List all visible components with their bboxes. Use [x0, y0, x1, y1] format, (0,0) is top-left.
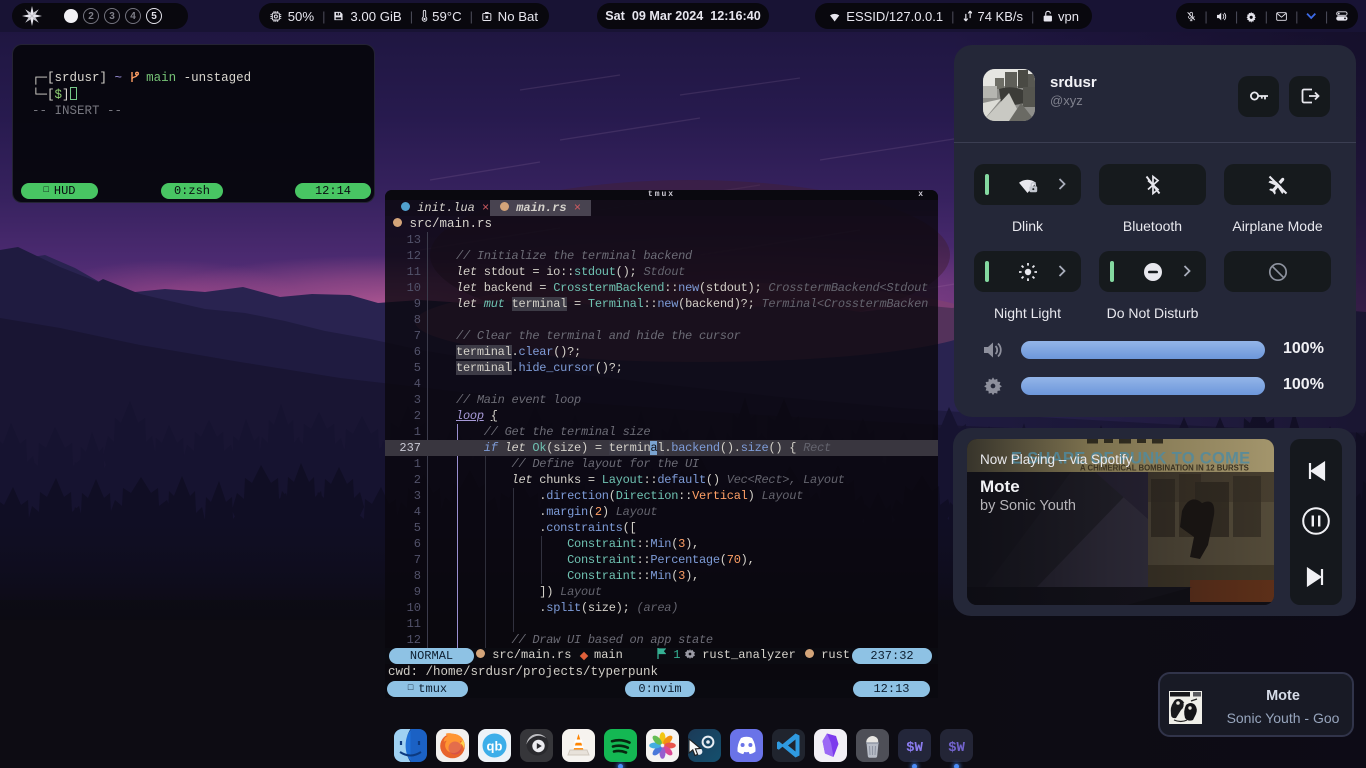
svg-text:qb: qb: [486, 739, 502, 754]
svg-text:$W: $W: [906, 740, 923, 756]
svg-text:$W: $W: [948, 740, 965, 756]
